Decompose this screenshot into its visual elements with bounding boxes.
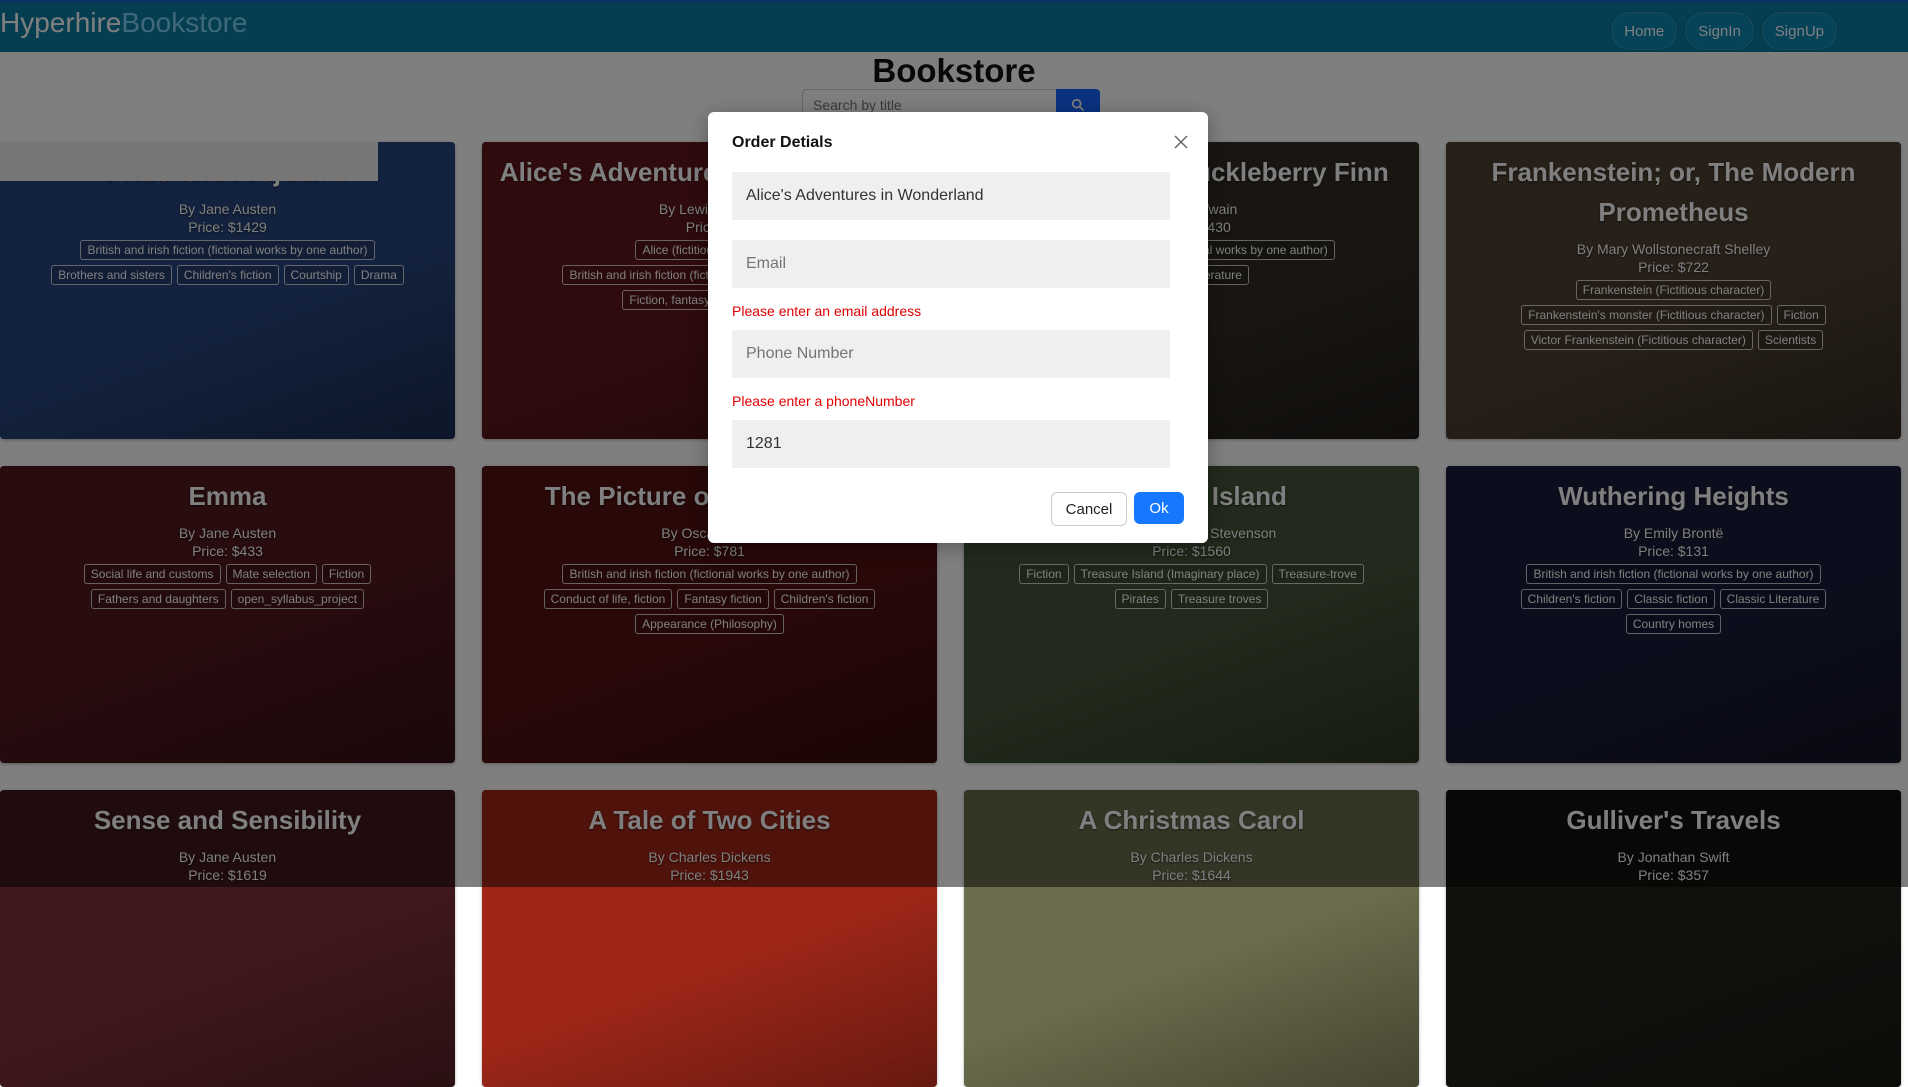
phone-error: Please enter a phoneNumber	[732, 393, 915, 409]
phone-field[interactable]	[732, 330, 1170, 378]
cancel-button[interactable]: Cancel	[1051, 492, 1127, 526]
close-icon[interactable]	[1171, 132, 1191, 152]
ok-button[interactable]: Ok	[1134, 492, 1184, 524]
quantity-field[interactable]	[732, 420, 1170, 468]
email-error: Please enter an email address	[732, 303, 922, 319]
email-field[interactable]	[732, 240, 1170, 288]
modal-title: Order Detials	[732, 134, 833, 151]
book-title-field[interactable]	[732, 172, 1170, 220]
order-modal: Order Detials Please enter an email addr…	[708, 112, 1208, 543]
